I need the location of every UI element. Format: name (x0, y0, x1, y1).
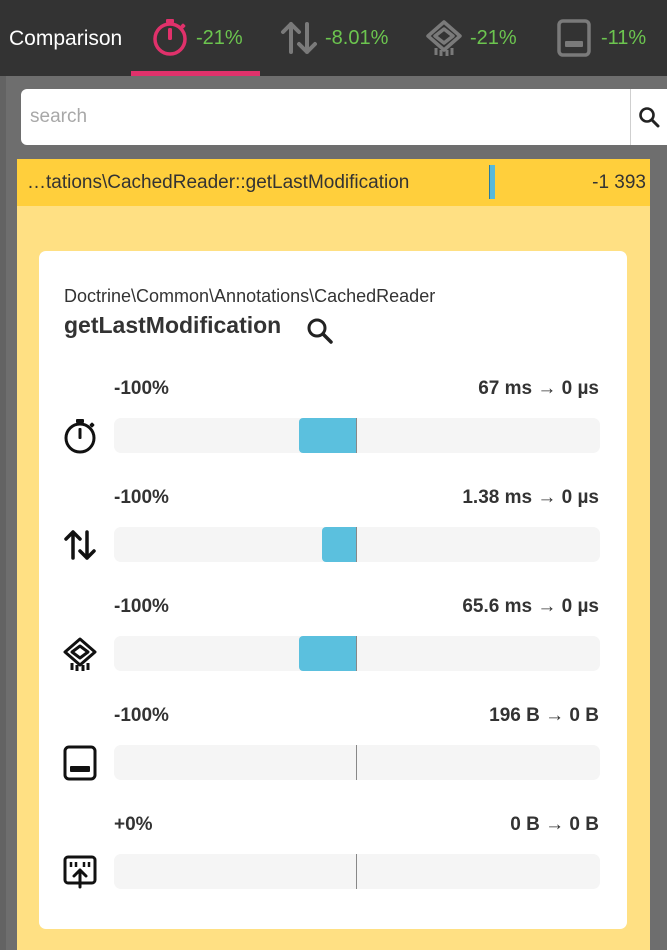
result-name: …tations\CachedReader::getLastModificati… (27, 172, 410, 193)
top-bar: Comparison -21% -8.01% -21% -11% (0, 0, 667, 76)
tab-io[interactable]: -8.01% (279, 0, 388, 76)
stopwatch-icon (153, 19, 187, 56)
result-bar (489, 165, 495, 199)
tab-memory[interactable]: -11% (555, 0, 646, 76)
function-name: getLastModification (64, 312, 282, 338)
metric-percent: -100% (114, 705, 169, 726)
metric-change: 0 B → 0 B (510, 814, 599, 835)
tab-value: -21% (470, 26, 517, 49)
metric-fill (299, 418, 357, 453)
search-button[interactable] (630, 89, 667, 145)
namespace-label: Doctrine\Common\Annotations\CachedReader (64, 286, 436, 306)
tab-value: -11% (601, 26, 647, 49)
metric-percent: +0% (114, 814, 153, 835)
search-box (21, 89, 667, 145)
result-value: -1 393 (592, 172, 646, 193)
tab-value: -8.01% (325, 26, 389, 49)
metric-percent: -100% (114, 378, 169, 399)
stopwatch-icon (64, 419, 96, 454)
cpu-chip-icon (63, 637, 97, 671)
metric-track (114, 636, 600, 671)
result-row[interactable]: …tations\CachedReader::getLastModificati… (17, 159, 650, 206)
io-arrows-icon (281, 22, 317, 54)
metric-fill (299, 636, 357, 671)
metric-change: 1.38 ms → 0 µs (462, 487, 599, 508)
tab-wall-time[interactable]: -21% (150, 0, 243, 76)
frame-edge (0, 76, 6, 950)
metric-percent: -100% (114, 487, 169, 508)
metric-change: 67 ms → 0 µs (478, 378, 599, 399)
metric-track (114, 745, 600, 780)
search-icon (639, 107, 660, 128)
metric-percent: -100% (114, 596, 169, 617)
search-input[interactable] (21, 89, 629, 145)
memory-icon (63, 745, 97, 781)
io-arrows-icon (64, 530, 96, 560)
tab-cpu[interactable]: -21% (424, 0, 517, 76)
tab-value: -21% (196, 26, 243, 49)
metric-track (114, 418, 600, 453)
cpu-chip-icon (426, 20, 462, 56)
app-title: Comparison (9, 27, 123, 50)
metric-track (114, 527, 600, 562)
memory-icon (557, 19, 591, 57)
zero-line (356, 854, 357, 889)
metric-change: 196 B → 0 B (489, 705, 599, 726)
metric-change: 65.6 ms → 0 µs (462, 596, 599, 617)
zero-line (356, 745, 357, 780)
search-icon[interactable] (306, 317, 334, 345)
network-icon (63, 855, 97, 889)
metric-track (114, 854, 600, 889)
metric-fill (322, 527, 357, 562)
